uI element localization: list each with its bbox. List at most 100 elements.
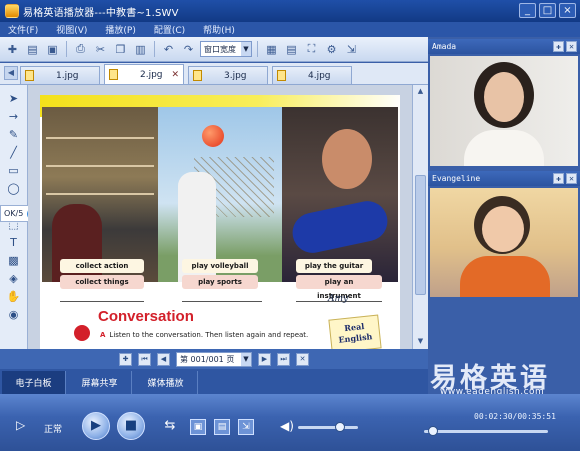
menu-view[interactable]: 视图(V) [56,23,87,36]
prev-page-icon[interactable]: ◀ [157,352,170,366]
stop-button[interactable]: ■ [117,412,145,440]
tab-whiteboard[interactable]: 电子白板 [2,371,66,394]
minimize-button[interactable]: _ [519,3,536,18]
caption-bottom: play sports [182,275,258,289]
next-page-icon[interactable]: ▶ [258,352,271,366]
fill-icon[interactable]: ◈ [6,271,22,286]
maximize-button[interactable]: □ [539,3,556,18]
tab-1[interactable]: 1.jpg [20,66,100,84]
menu-config[interactable]: 配置(C) [154,23,185,36]
volume-slider[interactable] [298,422,358,432]
redo-icon[interactable]: ↷ [180,41,197,58]
first-page-icon[interactable]: ⏮ [138,352,151,366]
expand-video-icon[interactable]: ✚ [553,173,564,184]
handwritten-name: Amy [328,294,349,304]
section-heading: Conversation [98,308,194,325]
caption-top: play the guitar [296,259,372,273]
cut-icon[interactable]: ✂ [92,41,109,58]
image-icon[interactable]: ▩ [6,253,22,268]
menu-file[interactable]: 文件(F) [8,23,38,36]
close-button[interactable]: × [559,3,576,18]
volume-knob[interactable] [335,422,345,432]
chevron-down-icon: ▼ [241,42,251,56]
grid-icon[interactable]: ▦ [263,41,280,58]
new-icon[interactable]: ✚ [4,41,21,58]
open-icon[interactable]: ▤ [24,41,41,58]
audio-track-icon[interactable] [74,325,90,341]
exit-icon[interactable]: ⇲ [343,41,360,58]
photo-action-figures [42,107,158,282]
tab-4[interactable]: 4.jpg [272,66,352,84]
instruction-text: A Listen to the conversation. Then listen… [100,331,308,339]
instruction-body: Listen to the conversation. Then listen … [109,331,309,339]
repeat-icon[interactable]: ⇆ [162,419,178,435]
mode-tabs: 电子白板 屏幕共享 媒体播放 [0,369,428,394]
save-icon[interactable]: ▣ [44,41,61,58]
fullscreen-icon[interactable]: ⛶ [303,41,320,58]
tab-media-play[interactable]: 媒体播放 [134,371,198,394]
arrow-icon[interactable]: → [6,109,22,124]
add-page-icon[interactable]: ✚ [119,352,132,366]
menu-help[interactable]: 帮助(H) [203,23,235,36]
seek-knob[interactable] [427,426,438,436]
menu-play[interactable]: 播放(P) [105,23,135,36]
face-shape [484,72,524,122]
pointer-icon[interactable]: ➤ [6,91,22,106]
paste-icon[interactable]: ▥ [132,41,149,58]
undo-icon[interactable]: ↶ [160,41,177,58]
participant-name: Evangeline [432,174,481,183]
instruction-letter: A [100,331,106,339]
tab-scroll-left-icon[interactable]: ◀ [4,66,18,80]
record-icon[interactable]: ▤ [214,419,230,435]
settings-icon[interactable]: ⚙ [323,41,340,58]
scroll-thumb[interactable] [415,175,426,295]
hand-icon[interactable]: ✋ [6,289,22,304]
image-file-icon [193,70,202,81]
scroll-up-icon[interactable]: ▲ [415,87,426,97]
close-tab-icon[interactable]: ✕ [171,70,179,80]
play-button[interactable]: ▶ [82,412,110,440]
ellipse-icon[interactable]: ◯ [6,181,22,196]
textbook-page: collect action figures collect things pl… [40,95,400,349]
video-feed-evangeline [430,188,578,297]
tab-screen-share[interactable]: 屏幕共享 [68,371,132,394]
seek-slider[interactable] [424,426,548,436]
guitar-shape [288,197,392,257]
document-tabs: ◀ 1.jpg 2.jpg ✕ 3.jpg 4.jpg [0,63,428,85]
scroll-down-icon[interactable]: ▼ [415,337,426,347]
real-english-sticker: Real English [328,314,382,349]
close-video-icon[interactable]: ✕ [566,173,577,184]
line-icon[interactable]: ╱ [6,145,22,160]
capture-icon[interactable]: ▣ [190,419,206,435]
participant-name: Amada [432,42,457,51]
title-bar: 易格英语播放器---中教書~1.SWV _ □ × [0,0,580,22]
expand-video-icon[interactable]: ✚ [553,41,564,52]
speed-play-icon[interactable]: ▷ [16,418,25,432]
tab-3[interactable]: 3.jpg [188,66,268,84]
export-icon[interactable]: ⇲ [238,419,254,435]
vertical-scrollbar[interactable]: ▲ ▼ [412,85,428,349]
print-icon[interactable]: ⎙ [72,41,89,58]
image-file-icon [109,69,118,80]
zoom-value: 窗口宽度 [204,44,236,54]
copy-icon[interactable]: ❐ [112,41,129,58]
rectangle-icon[interactable]: ▭ [6,163,22,178]
page-select[interactable]: 第 001/001 页 ▼ [176,351,252,367]
whiteboard-canvas[interactable]: collect action figures collect things pl… [28,85,412,349]
last-page-icon[interactable]: ⏭ [277,352,290,366]
caption-bottom: play an instrument [296,275,382,300]
close-video-icon[interactable]: ✕ [566,41,577,52]
toolbar-divider [154,41,155,57]
zoom-select[interactable]: 窗口宽度 ▼ [200,41,252,57]
write-line [60,301,144,302]
toolbar: ✚ ▤ ▣ ⎙ ✂ ❐ ▥ ↶ ↷ 窗口宽度 ▼ ▦ ▤ ⛶ ⚙ ⇲ [0,37,428,62]
text-icon[interactable]: T [6,235,22,250]
tab-2[interactable]: 2.jpg ✕ [104,64,184,84]
layout-icon[interactable]: ▤ [283,41,300,58]
page-navigator: ✚ ⏮ ◀ 第 001/001 页 ▼ ▶ ⏭ ✕ [0,349,428,369]
delete-page-icon[interactable]: ✕ [296,352,309,366]
camera-icon[interactable]: ◉ [6,307,22,322]
pen-icon[interactable]: ✎ [6,127,22,142]
face-shape [482,206,524,252]
volume-icon[interactable]: ◀) [280,419,294,433]
